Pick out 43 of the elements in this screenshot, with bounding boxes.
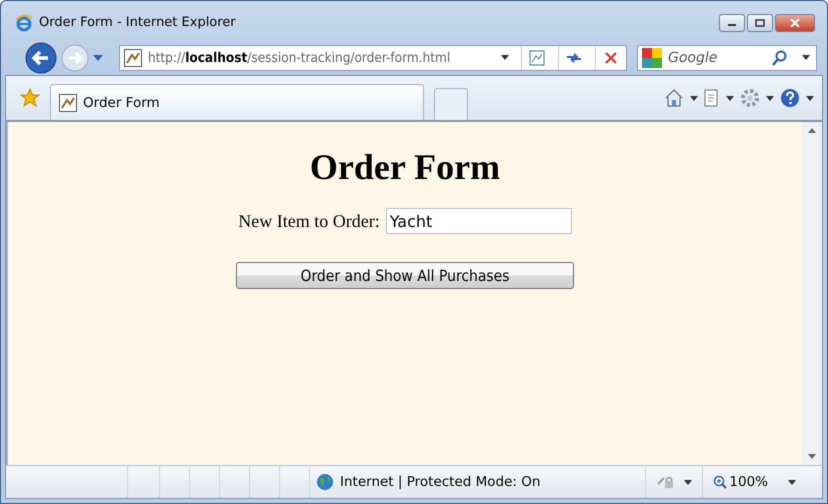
- caret-icon[interactable]: [690, 96, 698, 100]
- page-menu-icon[interactable]: [704, 89, 720, 107]
- item-input-field[interactable]: Yacht: [386, 208, 572, 234]
- page-heading: Order Form: [310, 146, 500, 188]
- search-input-field[interactable]: Google: [668, 50, 766, 66]
- maximize-icon: [755, 18, 765, 26]
- close-icon: [790, 18, 800, 26]
- address-bar[interactable]: http://localhost/session-tracking/order-form.html: [118, 44, 627, 70]
- caret-icon[interactable]: [726, 96, 734, 100]
- favorites-star-icon[interactable]: [20, 88, 40, 108]
- search-field[interactable]: Google: [637, 44, 817, 70]
- browser-tab[interactable]: Order Form: [50, 84, 424, 120]
- dropdown-caret-icon[interactable]: [93, 54, 103, 60]
- page-icon: [124, 48, 142, 66]
- caret-icon[interactable]: [788, 480, 796, 484]
- minimize-button[interactable]: [719, 14, 745, 32]
- close-button[interactable]: [775, 14, 815, 32]
- caret-icon[interactable]: [501, 55, 509, 60]
- globe-icon: [316, 473, 334, 491]
- search-provider-icon: [642, 48, 662, 68]
- window-title: Order Form - Internet Explorer: [39, 15, 237, 30]
- stop-icon[interactable]: [605, 52, 617, 64]
- search-icon[interactable]: [772, 50, 788, 66]
- order-button[interactable]: Order and Show All Purchases: [236, 262, 574, 289]
- scrollbar[interactable]: [802, 122, 822, 465]
- caret-icon[interactable]: [684, 480, 692, 484]
- zoom-icon: [713, 475, 728, 489]
- caret-icon[interactable]: [766, 96, 774, 100]
- help-icon[interactable]: [780, 88, 800, 108]
- field-label: New Item to Order:: [238, 210, 380, 232]
- gear-icon[interactable]: [740, 88, 760, 108]
- maximize-button[interactable]: [747, 14, 773, 32]
- browser-logo-icon: [15, 14, 33, 32]
- back-button-icon[interactable]: [25, 42, 57, 74]
- page-icon: [59, 94, 77, 112]
- security-zone-text: Internet | Protected Mode: On: [340, 474, 540, 490]
- zoom-level[interactable]: 100%: [729, 474, 768, 490]
- home-icon[interactable]: [664, 88, 684, 108]
- scroll-down-icon[interactable]: [808, 454, 816, 459]
- scroll-up-icon[interactable]: [808, 128, 816, 133]
- caret-icon[interactable]: [802, 55, 810, 60]
- caret-icon[interactable]: [806, 96, 814, 100]
- refresh-icon[interactable]: [565, 50, 583, 64]
